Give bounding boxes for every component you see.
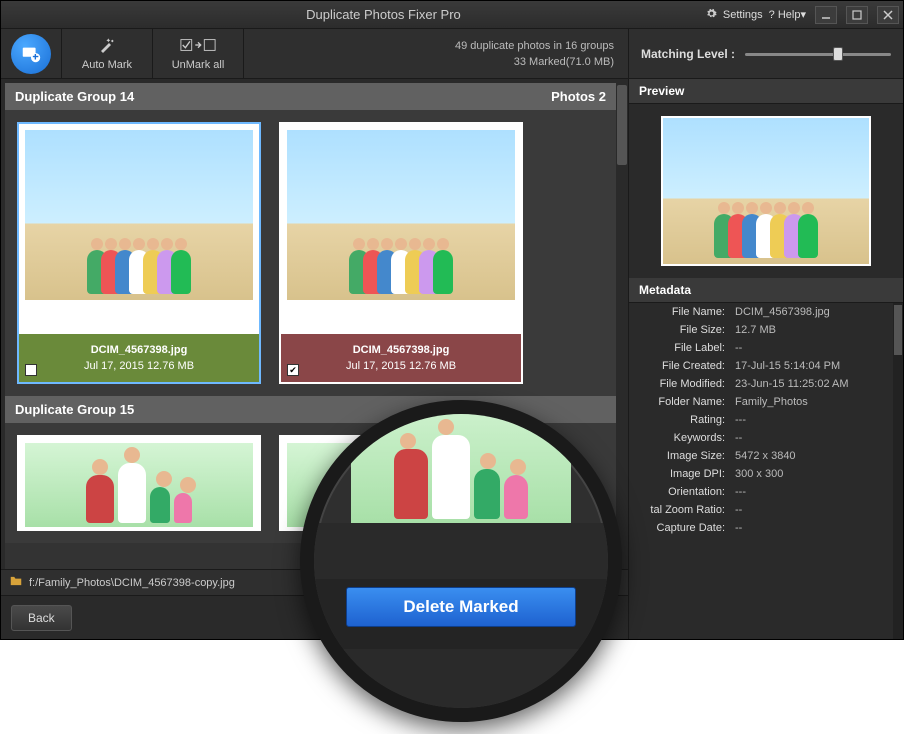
metadata-value: -- [735,342,742,354]
file-path: f:/Family_Photos\DCIM_4567398-copy.jpg [29,577,235,589]
metadata-row: Image Size: 5472 x 3840 [629,447,893,465]
thumbnail-checkbox[interactable]: ✔ [287,364,299,376]
metadata-key: tal Zoom Ratio: [629,504,725,516]
metadata-value: 300 x 300 [735,468,783,480]
metadata-key: Rating: [629,414,725,426]
metadata-value: -- [735,432,742,444]
maximize-button[interactable] [846,6,868,24]
metadata-key: File Modified: [629,378,725,390]
metadata-value: -- [735,504,742,516]
group-header: Duplicate Group 14 Photos 2 [5,83,616,110]
metadata-scrollbar[interactable] [893,303,903,639]
metadata-value: 12.7 MB [735,324,776,336]
metadata-row: File Created: 17-Jul-15 5:14:04 PM [629,357,893,375]
matching-level: Matching Level : [628,29,903,78]
metadata-value: DCIM_4567398.jpg [735,306,830,318]
wand-icon [98,37,116,56]
metadata-row: tal Zoom Ratio: -- [629,501,893,519]
metadata-row: Orientation: --- [629,483,893,501]
metadata-row: File Name: DCIM_4567398.jpg [629,303,893,321]
metadata-key: Orientation: [629,486,725,498]
metadata-row: Folder Name: Family_Photos [629,393,893,411]
metadata-row: Capture Date: -- [629,519,893,537]
metadata-key: File Size: [629,324,725,336]
titlebar: Duplicate Photos Fixer Pro Settings ? He… [1,1,903,29]
metadata-value: Family_Photos [735,396,808,408]
auto-mark-button[interactable]: Auto Mark [62,29,152,78]
metadata-panel: File Name: DCIM_4567398.jpg File Size: 12.7… [629,303,903,639]
metadata-key: Keywords: [629,432,725,444]
thumbnail-meta: Jul 17, 2015 12.76 MB [346,360,456,372]
preview-title: Preview [629,79,903,104]
metadata-key: File Label: [629,342,725,354]
metadata-value: 5472 x 3840 [735,450,796,462]
thumbnail-meta: Jul 17, 2015 12.76 MB [84,360,194,372]
stats-marked: 33 Marked(71.0 MB) [514,56,614,68]
metadata-row: File Size: 12.7 MB [629,321,893,339]
metadata-key: File Name: [629,306,725,318]
thumbnail-filename: DCIM_4567398.jpg [353,344,450,356]
stats: 49 duplicate photos in 16 groups 33 Mark… [244,29,628,78]
metadata-row: File Modified: 23-Jun-15 11:25:02 AM [629,375,893,393]
results-scrollbar[interactable] [616,83,628,569]
right-panel: Preview Metadata File Name: DCIM_4567398.… [628,79,903,639]
photo-thumbnail[interactable] [17,435,261,531]
unmark-icon [180,37,216,56]
metadata-row: Image DPI: 300 x 300 [629,465,893,483]
metadata-key: Image Size: [629,450,725,462]
metadata-key: File Created: [629,360,725,372]
app-logo [1,29,61,78]
close-button[interactable] [877,6,899,24]
thumbnail-filename: DCIM_4567398.jpg [91,344,188,356]
app-title: Duplicate Photos Fixer Pro [61,7,706,22]
toolbar: Auto Mark UnMark all 49 duplicate photos… [1,29,903,79]
metadata-value: --- [735,414,746,426]
preview-image [661,116,871,266]
metadata-key: Folder Name: [629,396,725,408]
gear-icon [706,7,717,22]
metadata-value: 17-Jul-15 5:14:04 PM [735,360,840,372]
thumbnail-checkbox[interactable] [25,364,37,376]
photo-thumbnail[interactable]: DCIM_4567398.jpg Jul 17, 2015 12.76 MB ✔ [279,122,523,384]
minimize-button[interactable] [815,6,837,24]
metadata-value: 23-Jun-15 11:25:02 AM [735,378,849,390]
settings-button[interactable]: Settings [723,9,763,21]
back-button[interactable]: Back [11,605,72,631]
metadata-row: Rating: --- [629,411,893,429]
metadata-row: File Label: -- [629,339,893,357]
stats-duplicates: 49 duplicate photos in 16 groups [455,40,614,52]
help-button[interactable]: ? Help▾ [769,8,806,21]
metadata-row: Keywords: -- [629,429,893,447]
magnifier-overlay: Delete Marked [300,400,622,722]
folder-icon [9,574,23,591]
metadata-value: -- [735,522,742,534]
metadata-title: Metadata [629,278,903,303]
matching-level-slider[interactable] [745,46,891,62]
metadata-key: Image DPI: [629,468,725,480]
metadata-value: --- [735,486,746,498]
photo-thumbnail[interactable]: DCIM_4567398.jpg Jul 17, 2015 12.76 MB [17,122,261,384]
metadata-key: Capture Date: [629,522,725,534]
unmark-all-button[interactable]: UnMark all [153,29,243,78]
delete-marked-button[interactable]: Delete Marked [346,587,576,627]
